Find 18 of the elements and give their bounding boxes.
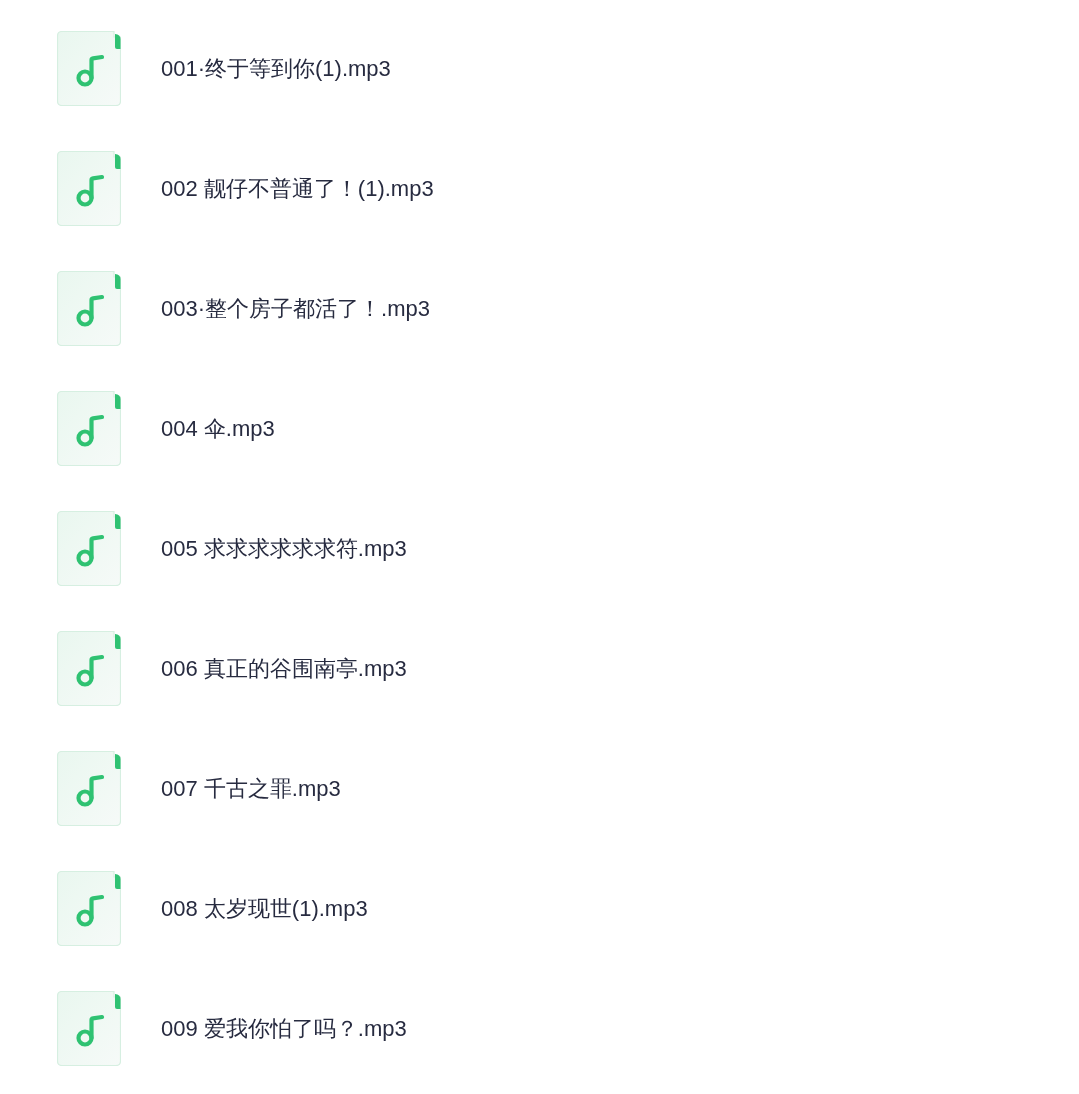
file-name[interactable]: 008 太岁现世(1).mp3	[161, 896, 368, 923]
file-name[interactable]: 001·终于等到你(1).mp3	[161, 56, 391, 83]
file-name[interactable]: 007 千古之罪.mp3	[161, 776, 341, 803]
music-file-icon	[57, 31, 121, 106]
file-name[interactable]: 009 爱我你怕了吗？.mp3	[161, 1016, 407, 1043]
file-name[interactable]: 005 求求求求求求符.mp3	[161, 536, 407, 563]
file-name[interactable]: 003·整个房子都活了！.mp3	[161, 296, 430, 323]
music-file-icon	[57, 751, 121, 826]
music-file-icon	[57, 511, 121, 586]
file-name[interactable]: 002 靓仔不普通了！(1).mp3	[161, 176, 434, 203]
music-file-icon	[57, 271, 121, 346]
music-file-icon	[57, 991, 121, 1066]
music-file-icon	[57, 391, 121, 466]
file-name[interactable]: 004 伞.mp3	[161, 416, 275, 443]
file-name[interactable]: 006 真正的谷围南亭.mp3	[161, 656, 407, 683]
music-file-icon	[57, 871, 121, 946]
music-file-icon	[57, 631, 121, 706]
music-file-icon	[57, 151, 121, 226]
